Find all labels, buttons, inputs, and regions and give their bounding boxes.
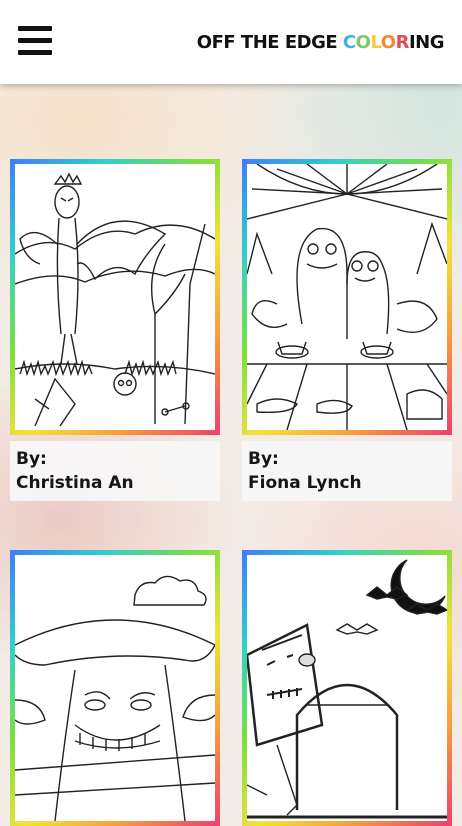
artist-name[interactable]: Christina An xyxy=(16,471,214,495)
artwork-frankenstein-rip[interactable] xyxy=(247,555,447,821)
artwork-frame[interactable] xyxy=(10,159,220,435)
artwork-stitched-monster[interactable] xyxy=(15,555,215,821)
site-logo[interactable]: OFF THE EDGE COLORING xyxy=(197,32,445,53)
artwork-ghost-tea-party[interactable] xyxy=(247,164,447,430)
by-label: By: xyxy=(16,449,47,469)
artist-caption: By: Christina An xyxy=(10,441,220,501)
artwork-winged-alien-king[interactable] xyxy=(15,164,215,430)
hamburger-menu-icon[interactable] xyxy=(18,26,52,56)
artist-caption: By: Fiona Lynch xyxy=(242,441,452,501)
artwork-frame[interactable] xyxy=(242,159,452,435)
top-header: OFF THE EDGE COLORING xyxy=(0,0,462,84)
artwork-frame[interactable] xyxy=(10,550,220,826)
by-label: By: xyxy=(248,449,279,469)
artist-name[interactable]: Fiona Lynch xyxy=(248,471,446,495)
artwork-frame[interactable] xyxy=(242,550,452,826)
